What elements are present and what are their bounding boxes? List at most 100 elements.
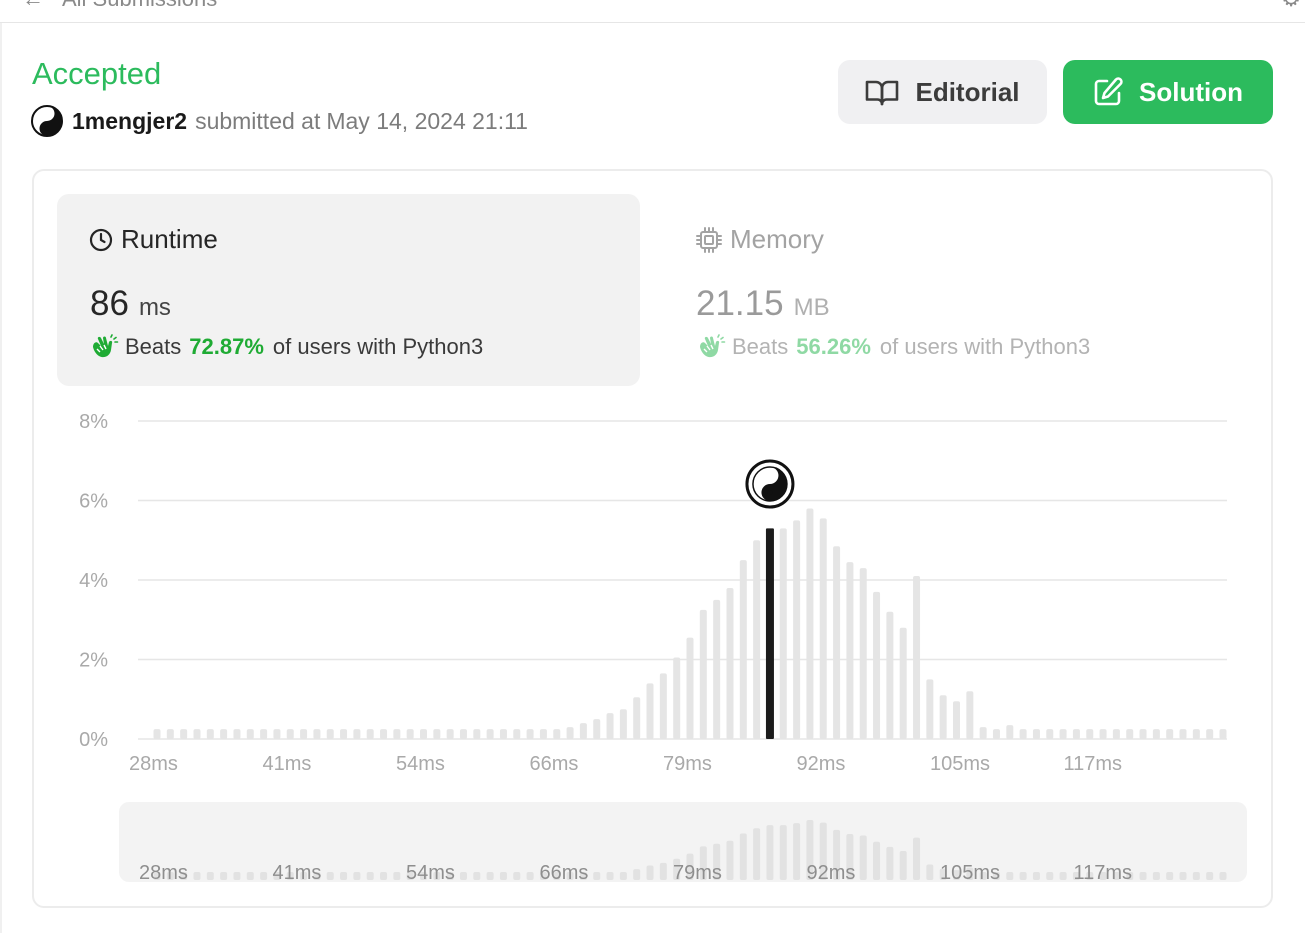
chart-bar[interactable] <box>553 729 561 739</box>
breadcrumb-all-submissions[interactable]: All Submissions <box>62 0 217 12</box>
chart-bar[interactable] <box>979 727 987 739</box>
chart-bar[interactable] <box>153 729 161 739</box>
brush-tick-label: 79ms <box>673 862 722 882</box>
chart-bar[interactable] <box>619 709 627 739</box>
arrow-left-icon[interactable]: ← <box>22 0 44 12</box>
chart-bar[interactable] <box>459 729 467 739</box>
chart-bar[interactable] <box>273 729 281 739</box>
chart-bar[interactable] <box>340 729 348 739</box>
chart-bar[interactable] <box>1086 729 1094 739</box>
chart-bar-highlight[interactable] <box>765 528 774 739</box>
chart-bar[interactable] <box>726 587 734 739</box>
runtime-title-label: Runtime <box>121 224 218 254</box>
chart-bar[interactable] <box>380 729 388 739</box>
more-icon[interactable]: ⚙ <box>1281 0 1301 12</box>
chart-bar[interactable] <box>899 627 907 739</box>
chart-bar[interactable] <box>526 729 534 739</box>
chart-bar[interactable] <box>406 729 414 739</box>
chart-bar[interactable] <box>646 683 654 739</box>
submitted-at-label: submitted at <box>195 107 321 134</box>
chart-bar[interactable] <box>180 729 188 739</box>
chart-bar[interactable] <box>753 540 761 739</box>
range-brush-preview[interactable]: 28ms 41ms 54ms 66ms 79ms 92ms 105ms 117ms <box>60 802 1250 882</box>
chart-bar[interactable] <box>246 729 254 739</box>
chart-bar[interactable] <box>206 729 214 739</box>
chart-bar[interactable] <box>499 729 507 739</box>
brush-bar <box>326 872 334 880</box>
runtime-distribution-chart[interactable]: 0% 2% 4% 6% 8% 28ms 41ms 54ms 66ms 79ms 92ms 105ms 1… <box>60 400 1250 785</box>
solution-button[interactable]: Solution <box>1063 60 1273 124</box>
chart-bar[interactable] <box>819 518 827 739</box>
chart-bar[interactable] <box>300 729 308 739</box>
chart-bar[interactable] <box>713 599 721 739</box>
chart-bar[interactable] <box>1072 729 1080 739</box>
chart-bar[interactable] <box>1019 729 1027 739</box>
chart-bar[interactable] <box>1139 729 1147 739</box>
chart-bar[interactable] <box>779 528 787 739</box>
chart-bar[interactable] <box>699 609 707 739</box>
chart-bar[interactable] <box>1059 729 1067 739</box>
chart-bar[interactable] <box>433 729 441 739</box>
chart-bar[interactable] <box>966 691 974 739</box>
chart-bar[interactable] <box>286 729 294 739</box>
chart-bar[interactable] <box>446 729 454 739</box>
chart-bar[interactable] <box>1219 729 1227 739</box>
chart-bar[interactable] <box>260 729 268 739</box>
chart-bar[interactable] <box>1099 729 1107 739</box>
chart-bar[interactable] <box>673 657 681 739</box>
chart-bar[interactable] <box>593 719 601 739</box>
chart-bar[interactable] <box>393 729 401 739</box>
memory-number: 21.15 <box>696 284 784 323</box>
chart-bar[interactable] <box>913 576 921 739</box>
chart-bar[interactable] <box>1126 729 1134 739</box>
chart-bar[interactable] <box>953 701 960 739</box>
chart-bar[interactable] <box>926 679 934 739</box>
chart-bar[interactable] <box>886 611 894 739</box>
avatar[interactable] <box>31 105 63 137</box>
chart-bar[interactable] <box>939 695 947 739</box>
chart-bar[interactable] <box>579 723 587 739</box>
chart-bar[interactable] <box>566 727 574 739</box>
chart-bar[interactable] <box>873 591 881 739</box>
chart-bar[interactable] <box>513 729 521 739</box>
chart-bar[interactable] <box>166 729 174 739</box>
chart-bar[interactable] <box>806 508 814 739</box>
chart-bar[interactable] <box>366 729 374 739</box>
chart-bar[interactable] <box>1046 729 1054 739</box>
chart-bar[interactable] <box>686 637 694 739</box>
brush-bar <box>193 872 201 880</box>
chart-bar[interactable] <box>846 562 854 739</box>
chart-bar[interactable] <box>420 729 427 739</box>
chart-bar[interactable] <box>659 673 667 739</box>
chart-bar[interactable] <box>633 697 641 739</box>
chart-bar[interactable] <box>1179 729 1187 739</box>
memory-panel[interactable]: Memory 21.15 MB Beats 56.26% of users wi… <box>672 194 1255 386</box>
chart-bar[interactable] <box>793 520 801 739</box>
chart-bar[interactable] <box>1152 729 1160 739</box>
chart-bar[interactable] <box>1006 725 1014 739</box>
chart-bar[interactable] <box>1166 729 1174 739</box>
chart-bar[interactable] <box>833 546 841 739</box>
chart-bar[interactable] <box>233 729 241 739</box>
chart-bar[interactable] <box>1206 729 1214 739</box>
chart-bar[interactable] <box>1032 729 1040 739</box>
chart-bar[interactable] <box>473 729 481 739</box>
chart-bar[interactable] <box>1192 729 1200 739</box>
runtime-panel[interactable]: Runtime 86 ms Beats 72.87% of users with… <box>57 194 640 386</box>
chart-bar[interactable] <box>313 729 321 739</box>
chart-bar[interactable] <box>606 713 614 739</box>
chart-bar[interactable] <box>486 729 494 739</box>
chart-bar[interactable] <box>992 729 1000 739</box>
chart-bar[interactable] <box>326 729 334 739</box>
user-avatar-marker <box>745 459 795 509</box>
x-tick-label: 54ms <box>396 753 445 775</box>
editorial-button[interactable]: Editorial <box>838 60 1047 124</box>
chart-bar[interactable] <box>220 729 228 739</box>
chart-bar[interactable] <box>1112 729 1120 739</box>
chart-bar[interactable] <box>353 729 361 739</box>
chart-bar[interactable] <box>193 729 201 739</box>
chart-bar[interactable] <box>739 560 747 739</box>
chart-bar[interactable] <box>859 568 867 739</box>
username-link[interactable]: 1mengjer2 <box>72 108 187 135</box>
chart-bar[interactable] <box>539 729 547 739</box>
